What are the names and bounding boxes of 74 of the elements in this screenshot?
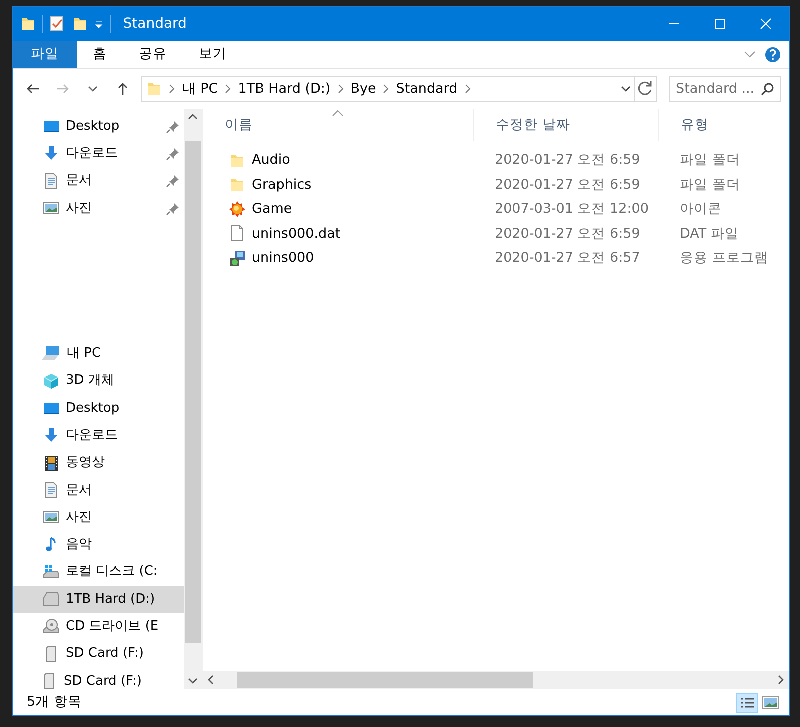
picture-icon — [43, 200, 60, 218]
sidebar-item[interactable]: 문서 — [13, 476, 184, 504]
sidebar-item[interactable]: 다운로드 — [13, 140, 184, 168]
item-count: 5개 항목 — [27, 693, 82, 712]
table-cell-text: DAT 파일 — [679, 224, 740, 244]
table-cell-text: 아이콘 — [679, 200, 723, 220]
table-cell-text: 2007-03-01 오전 12:00 — [494, 200, 650, 220]
search-icon — [761, 82, 775, 96]
sidebar-item[interactable]: CD 드라이브 (E — [13, 613, 184, 640]
window-title: Standard — [123, 14, 187, 34]
cube-icon — [43, 372, 60, 390]
ribbon-tab[interactable]: 보기 — [183, 41, 243, 68]
table-cell-text: 2020-01-27 오전 6:59 — [494, 224, 642, 244]
large-icons-view-icon — [762, 694, 780, 710]
file-name[interactable]: unins000 — [252, 248, 314, 269]
scrollbar-thumb[interactable] — [237, 672, 533, 688]
down-arrow-icon — [43, 427, 60, 444]
table-cell-text: 2020-01-27 오전 6:57 — [494, 249, 642, 268]
folder-icon[interactable] — [72, 15, 88, 33]
picture-icon — [43, 509, 60, 526]
sidebar-item[interactable]: 사진 — [13, 504, 184, 532]
sidebar-item[interactable]: 다운로드 — [13, 422, 184, 450]
sort-ascending-icon — [332, 109, 344, 117]
sidebar-item[interactable]: 동영상 — [13, 449, 184, 477]
sidebar-item[interactable]: 음악 — [13, 531, 184, 559]
document-icon — [43, 172, 60, 190]
table-cell-text: 2020-01-27 오전 6:59 — [494, 176, 642, 195]
minimize-icon — [669, 23, 679, 25]
table-cell-text: 파일 폴더 — [679, 150, 742, 170]
folder-icon[interactable] — [20, 15, 36, 33]
drive-icon — [43, 591, 60, 608]
details-view-button[interactable] — [736, 692, 758, 712]
search-field[interactable]: Standard ... — [669, 76, 781, 102]
scrollbar-thumb[interactable] — [185, 141, 201, 643]
down-arrow-icon — [43, 145, 60, 162]
sidebar-item[interactable]: 로컬 디스크 (C: — [13, 558, 184, 586]
sidebar-item[interactable]: SD Card (F:) — [13, 668, 184, 689]
drive-icon — [43, 564, 60, 581]
ribbon-tab[interactable]: 파일 — [13, 41, 77, 68]
file-name[interactable]: Audio — [252, 150, 290, 170]
sidebar-item[interactable]: Desktop — [13, 394, 184, 422]
computer-icon — [41, 345, 61, 362]
table-cell-text: 2020-01-27 오전 6:59 — [494, 150, 642, 170]
breadcrumb-item[interactable]: Standard — [393, 78, 461, 100]
file-icon — [229, 225, 246, 242]
sidebar-item[interactable]: Desktop — [13, 113, 184, 140]
sidebar-item[interactable]: 문서 — [13, 168, 184, 195]
installer-icon — [229, 250, 246, 267]
column-header[interactable]: 이름 — [203, 109, 473, 141]
breadcrumb-item[interactable]: Bye — [348, 78, 380, 100]
ribbon-tab[interactable]: 홈 — [77, 41, 123, 68]
properties-icon[interactable] — [48, 15, 65, 33]
film-icon — [43, 454, 60, 472]
file-name[interactable]: unins000.dat — [252, 224, 341, 244]
folder-icon — [146, 80, 162, 98]
column-header[interactable]: 수정한 날짜 — [473, 109, 658, 141]
sidebar-item[interactable]: 내 PC — [13, 340, 184, 368]
breadcrumb-item[interactable]: 1TB Hard (D:) — [235, 78, 334, 100]
monitor-icon — [43, 118, 60, 136]
sidebar-item[interactable]: 1TB Hard (D:) — [13, 586, 184, 614]
ribbon-tab[interactable]: 공유 — [123, 41, 183, 68]
document-icon — [43, 482, 60, 499]
sidebar-item[interactable]: 사진 — [13, 194, 184, 222]
file-name[interactable]: Graphics — [252, 174, 312, 195]
disc-drive-icon — [43, 618, 60, 636]
column-header[interactable]: 유형 — [658, 109, 789, 141]
sun-icon — [229, 200, 246, 218]
table-cell-text: 응용 프로그램 — [679, 249, 770, 268]
sidebar-item[interactable]: SD Card (F:) — [13, 640, 184, 668]
sidebar-item[interactable]: 3D 개체 — [13, 367, 184, 395]
file-name[interactable]: Game — [252, 199, 292, 220]
breadcrumb-item[interactable]: 내 PC — [179, 78, 222, 100]
folder-icon — [229, 176, 246, 194]
table-cell-text: 파일 폴더 — [679, 176, 742, 195]
